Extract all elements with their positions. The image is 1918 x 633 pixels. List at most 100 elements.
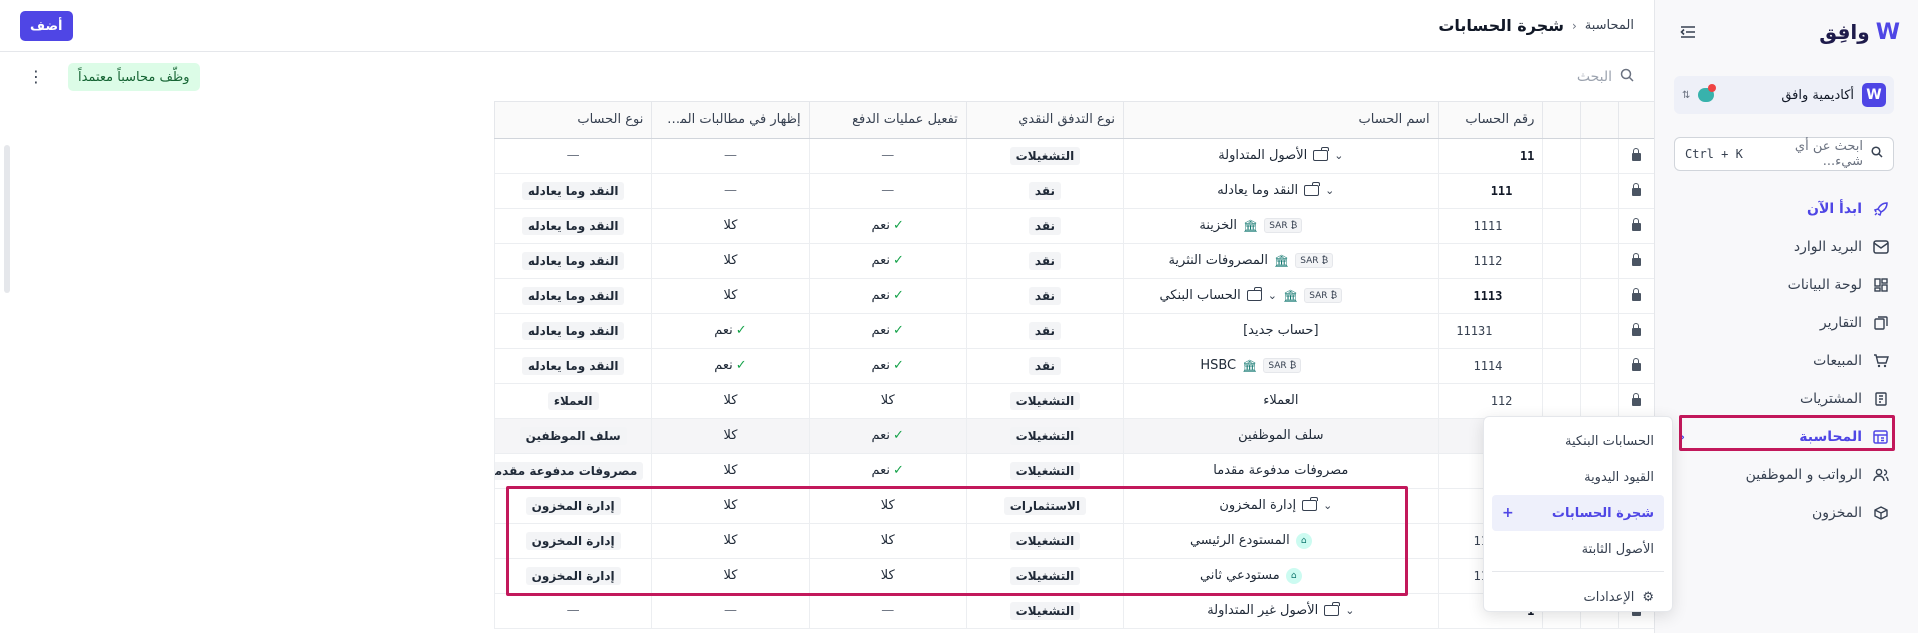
submenu-item-chart-of-accounts[interactable]: شجرة الحسابات + (1492, 495, 1664, 531)
header-blank-col (1580, 102, 1619, 139)
vertical-scrollbar[interactable] (4, 145, 10, 293)
table-row[interactable]: 112 العملاء التشغيلات كلا كلا العملاء (494, 383, 1654, 419)
rocket-icon (1872, 200, 1890, 218)
global-search-input[interactable]: ابحث عن أي شيء... Ctrl + K (1674, 137, 1894, 171)
nav-label: المحاسبة (1799, 429, 1862, 445)
logo-row: W وافِق (1677, 18, 1900, 46)
table-row[interactable]: 1151 ⌂المستودع الرئيسي التشغيلات كلا كلا… (494, 523, 1654, 559)
submenu-item-manual-journals[interactable]: القيود اليدوية (1492, 459, 1664, 495)
table-row[interactable]: 11 ⌄ الأصول المتداولة التشغيلات — — — (494, 138, 1654, 174)
account-name: HSBC (1200, 358, 1237, 373)
nav-label: المشتريات (1799, 391, 1862, 407)
header-account-number[interactable]: رقم الحساب (1437, 102, 1543, 139)
table-search-input[interactable]: البحث (1577, 68, 1634, 86)
claims-value: — (723, 603, 737, 618)
nav-item-dashboard[interactable]: لوحة البيانات (1674, 266, 1894, 304)
chevron-down-icon[interactable]: ⌄ (1334, 149, 1343, 162)
reports-icon (1872, 314, 1890, 332)
table-row[interactable]: 115 ⌄إدارة المخزون الاستثمارات كلا كلا إ… (494, 488, 1654, 524)
header-cash-flow-type[interactable]: نوع التدفق النقدي (965, 102, 1124, 139)
warehouse-icon: ⌂ (1295, 532, 1312, 549)
claims-value: نعم (714, 323, 733, 338)
nav-item-inventory[interactable]: المخزون (1674, 494, 1894, 532)
nav-item-reports[interactable]: التقارير (1674, 304, 1894, 342)
payments-value: كلا (880, 533, 895, 548)
account-type-chip: النقد وما يعادله (521, 321, 625, 340)
breadcrumb: المحاسبة ‹ شجرة الحسابات (1438, 16, 1634, 35)
nav-label: ابدأ الآن (1807, 201, 1862, 217)
cash-flow-chip: نقد (1028, 181, 1061, 200)
nav-label: المخزون (1811, 505, 1862, 521)
account-name: إدارة المخزون (1219, 498, 1297, 513)
logo-text: وافِق (1819, 20, 1870, 44)
org-name: أكاديمية وافق (1781, 87, 1854, 103)
hire-accountant-badge[interactable]: وظّف محاسباً معتمداً (68, 63, 200, 91)
account-type-chip: إدارة المخزون (525, 496, 621, 515)
table-row[interactable]: 114 مصروفات مدفوعة مقدما التشغيلات ✓نعم … (494, 453, 1654, 489)
sidebar: W وافِق W أكاديمية وافق ⇅ ابحث عن أي شيء… (1654, 0, 1918, 633)
check-icon: ✓ (893, 288, 904, 303)
breadcrumb-separator-icon: ‹ (1571, 18, 1577, 33)
submenu-item-fixed-assets[interactable]: الأصول الثابتة (1492, 531, 1664, 567)
table-row[interactable]: 1111 ₿ SAR 🏛 الخزينة نقد ✓نعم كلا النقد وما… (494, 208, 1654, 244)
folder-icon (1246, 287, 1263, 301)
table-row[interactable]: 1112 ₿ SAR 🏛 المصروفات النثرية نقد ✓نعم كلا… (494, 243, 1654, 279)
table-row[interactable]: 11131 [حساب جديد] نقد ✓نعم ✓نعم النقد وم… (494, 313, 1654, 349)
chevron-down-icon[interactable]: ⌄ (1345, 604, 1354, 617)
table-row[interactable]: 1152 ⌂مستودعي ثاني التشغيلات كلا كلا إدا… (494, 558, 1654, 594)
bank-icon: 🏛 (1273, 253, 1290, 268)
claims-value: كلا (723, 463, 738, 478)
accounting-icon (1872, 428, 1890, 446)
organization-switcher[interactable]: W أكاديمية وافق ⇅ (1674, 76, 1894, 114)
chevron-down-icon[interactable]: ⌄ (1325, 184, 1334, 197)
nav-item-accounting[interactable]: المحاسبة ‹ (1674, 418, 1894, 456)
bank-icon: 🏛 (1243, 218, 1259, 233)
search-placeholder: البحث (1576, 69, 1612, 85)
table-row[interactable]: 113 سلف الموظفين التشغيلات ✓نعم كلا سلف … (494, 418, 1654, 454)
table-row[interactable]: 1114 ₿ SAR 🏛 HSBC نقد ✓نعم ✓نعم النقد وما ي… (494, 348, 1654, 384)
nav-label: الرواتب و الموظفين (1745, 467, 1862, 483)
nav-item-inbox[interactable]: البريد الوارد (1674, 228, 1894, 266)
plus-icon[interactable]: + (1502, 505, 1514, 521)
folder-icon (1302, 497, 1318, 511)
collapse-sidebar-icon[interactable] (1677, 21, 1699, 43)
header-show-in-expense-claims[interactable]: إظهار في مطالبات المصر... (651, 102, 810, 139)
nav-item-get-started[interactable]: ابدأ الآن (1674, 190, 1894, 228)
claims-value: نعم (714, 358, 733, 373)
nav-item-payroll[interactable]: الرواتب و الموظفين (1674, 456, 1894, 494)
header-enable-payments[interactable]: تفعيل عمليات الدفع (808, 102, 967, 139)
account-number: 1111 (1473, 218, 1503, 233)
folder-icon (1324, 602, 1340, 616)
claims-value: — (723, 148, 737, 163)
chevron-down-icon[interactable]: ⌄ (1323, 499, 1332, 512)
table-row[interactable]: 111 ⌄ النقد وما يعادله نقد — — النقد وما … (494, 173, 1654, 209)
submenu-item-bank-accounts[interactable]: الحسابات البنكية (1492, 423, 1664, 459)
purchases-icon (1872, 390, 1890, 408)
account-name: النقد وما يعادله (1217, 183, 1299, 198)
header-lock-col (1617, 102, 1654, 139)
breadcrumb-parent-link[interactable]: المحاسبة (1585, 18, 1634, 33)
cash-flow-chip: نقد (1028, 286, 1061, 305)
more-options-icon[interactable]: ⋮ (28, 67, 44, 86)
account-type-chip: النقد وما يعادله (521, 181, 625, 200)
bank-icon: 🏛 (1282, 288, 1299, 303)
account-name: المستودع الرئيسي (1189, 533, 1290, 548)
table-row[interactable]: 1113 ₿ SAR 🏛 ⌄ الحساب البنكي نقد ✓نعم كلا ال… (494, 278, 1654, 314)
header-account-type[interactable]: نوع الحساب (494, 102, 652, 139)
chevron-down-icon[interactable]: ⌄ (1268, 289, 1277, 302)
account-type-chip: مصروفات مدفوعة مقدما (495, 461, 644, 480)
claims-value: كلا (723, 288, 738, 303)
payments-value: نعم (871, 428, 890, 443)
submenu-item-settings[interactable]: ⚙ الإعدادات (1492, 576, 1664, 618)
claims-value: كلا (723, 218, 738, 233)
header-account-name[interactable]: اسم الحساب (1123, 102, 1439, 139)
account-type-chip: العملاء (547, 391, 599, 410)
add-button[interactable]: أضف (20, 11, 73, 41)
table-row[interactable]: 1 ⌄الأصول غير المتداولة التشغيلات — — — (494, 593, 1654, 629)
nav-item-purchases[interactable]: المشتريات (1674, 380, 1894, 418)
nav-item-sales[interactable]: المبيعات (1674, 342, 1894, 380)
claims-value: كلا (723, 498, 738, 513)
nav-label: المبيعات (1813, 353, 1862, 369)
accounts-table-container: رقم الحساب اسم الحساب نوع التدفق النقدي … (494, 101, 1654, 633)
nav-label: لوحة البيانات (1787, 277, 1862, 293)
